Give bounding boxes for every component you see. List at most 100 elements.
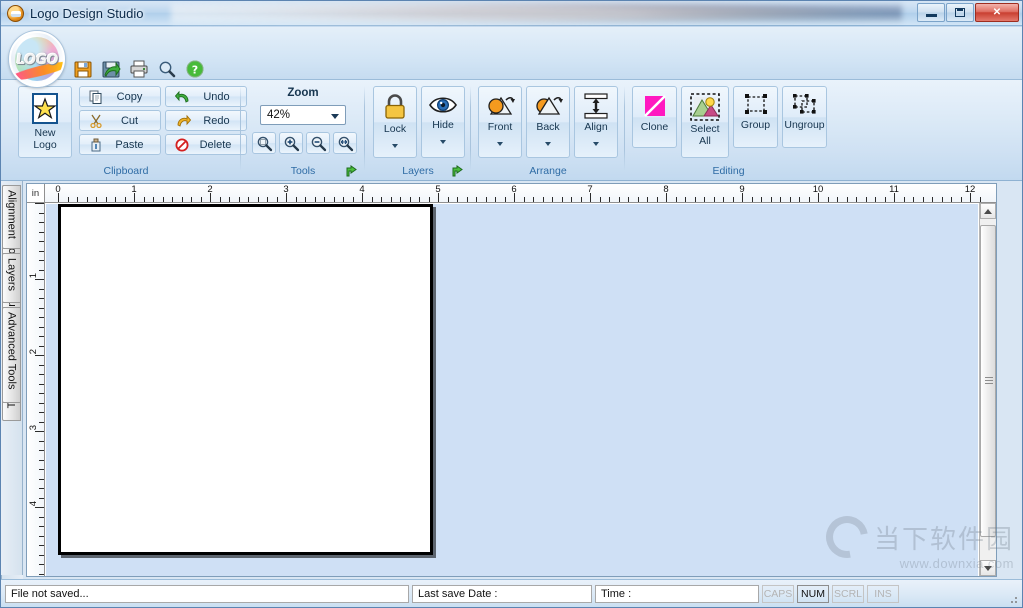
ruler-tick [780,197,781,202]
ruler-tick [884,197,886,202]
zoom-region-tool-button[interactable] [252,132,276,154]
ruler-tick [35,507,44,508]
scroll-down-button[interactable] [980,560,996,576]
print-preview-icon[interactable] [157,59,177,79]
zoom-region-icon [257,136,272,151]
ruler-number: 4 [28,501,39,507]
clone-button[interactable]: Clone [632,86,677,148]
paste-button[interactable]: Paste [79,134,161,155]
close-button[interactable]: ✕ [975,3,1019,22]
redo-button[interactable]: Redo [165,110,247,131]
ruler-tick [504,197,506,202]
logo-page-canvas[interactable] [58,204,433,555]
ruler-tick [39,478,44,480]
zoom-in-button[interactable] [279,132,303,154]
ruler-tick [86,197,88,202]
vertical-scrollbar[interactable] [979,203,996,576]
vertical-ruler[interactable]: 1 2 3 4 [27,203,45,576]
hide-button[interactable]: Hide [421,86,465,158]
sidebar-item-advanced-tools[interactable]: Advanced Tools [2,307,21,403]
help-icon[interactable]: ? [185,59,205,79]
tools-dialog-launcher[interactable] [345,165,358,178]
ruler-number: 3 [28,425,39,431]
back-button[interactable]: Back [526,86,570,158]
scroll-up-button[interactable] [980,203,996,219]
paste-label: Paste [115,138,144,151]
window-title: Logo Design Studio [30,5,144,21]
ruler-tick [39,241,44,242]
lock-button[interactable]: Lock [373,86,417,158]
clipboard-group-body: New Logo Copy Cut Paste Undo Redo Delete [13,82,247,163]
zoom-fit-icon [338,136,353,151]
ruler-tick [865,197,867,202]
save-icon[interactable] [73,59,93,79]
ruler-tick [124,197,126,202]
ruler-tick [35,203,44,204]
ruler-tick [153,197,154,202]
resize-grip[interactable] [1007,593,1019,605]
hide-dropdown-caret-icon[interactable] [440,139,446,144]
redo-icon [177,114,191,127]
ruler-tick [723,197,724,202]
save-as-icon[interactable] [101,59,121,79]
ruler-tick [457,197,458,202]
sidebar-item-alignment[interactable]: Alignment [2,185,21,249]
ruler-tick [542,197,544,202]
cut-icon [90,114,102,128]
front-label: Front [487,121,513,133]
cut-button[interactable]: Cut [79,110,161,131]
ruler-tick [685,197,686,202]
ruler-tick [200,197,202,202]
zoom-level-select[interactable]: 42% [260,105,346,125]
ribbon: New Logo Copy Cut Paste Undo Redo Delete… [1,80,1022,181]
print-icon[interactable] [129,59,149,79]
minimize-button[interactable] [917,3,945,22]
ruler-tick [951,197,952,202]
new-logo-button[interactable]: New Logo [18,86,72,158]
copy-button[interactable]: Copy [79,86,161,107]
front-button[interactable]: Front [478,86,522,158]
ruler-number: 1 [28,273,39,279]
vertical-scroll-thumb[interactable] [980,225,996,537]
ruler-tick [248,197,249,202]
ungroup-button[interactable]: Ungroup [782,86,827,148]
front-dropdown-caret-icon[interactable] [497,141,503,146]
undo-button[interactable]: Undo [165,86,247,107]
align-dropdown-caret-icon[interactable] [593,141,599,146]
ruler-tick [409,197,411,202]
zoom-fit-button[interactable] [333,132,357,154]
ruler-tick [932,197,933,202]
ruler-tick [656,197,658,202]
restore-button[interactable] [946,3,974,22]
ribbon-group-clipboard: New Logo Copy Cut Paste Undo Redo Delete… [13,82,247,179]
quick-access-toolbar: ? [73,59,205,79]
back-dropdown-caret-icon[interactable] [545,141,551,146]
zoom-out-button[interactable] [306,132,330,154]
ruler-tick [39,488,44,489]
ruler-tick [808,197,810,202]
select-all-button[interactable]: Select All [681,86,729,158]
ruler-tick [476,197,477,202]
application-window: Logo Design Studio ✕ LOGO ? New Logo Cop… [0,0,1023,608]
ruler-number: 9 [739,184,745,195]
ruler-tick [39,554,44,556]
status-indicator-ins: INS [867,584,899,603]
new-logo-icon [32,93,58,124]
ruler-tick [39,336,44,337]
svg-text:?: ? [192,64,198,77]
application-logo-orb[interactable]: LOGO [9,31,65,87]
canvas-stage[interactable] [46,204,978,576]
ruler-tick [39,440,44,442]
ruler-tick [922,197,924,202]
ruler-unit-label: in [27,184,45,203]
ruler-tick [533,197,534,202]
delete-button[interactable]: Delete [165,134,247,155]
align-button[interactable]: Align [574,86,618,158]
sidebar-item-layers[interactable]: Layers [2,253,21,303]
ruler-tick [39,374,44,375]
group-button[interactable]: Group [733,86,778,148]
lock-dropdown-caret-icon[interactable] [392,143,398,148]
ruler-tick [495,197,496,202]
layers-dialog-launcher[interactable] [451,165,464,178]
horizontal-ruler[interactable]: 0 1 2 3 4 5 6 7 8 9 10 11 12 [27,184,996,203]
